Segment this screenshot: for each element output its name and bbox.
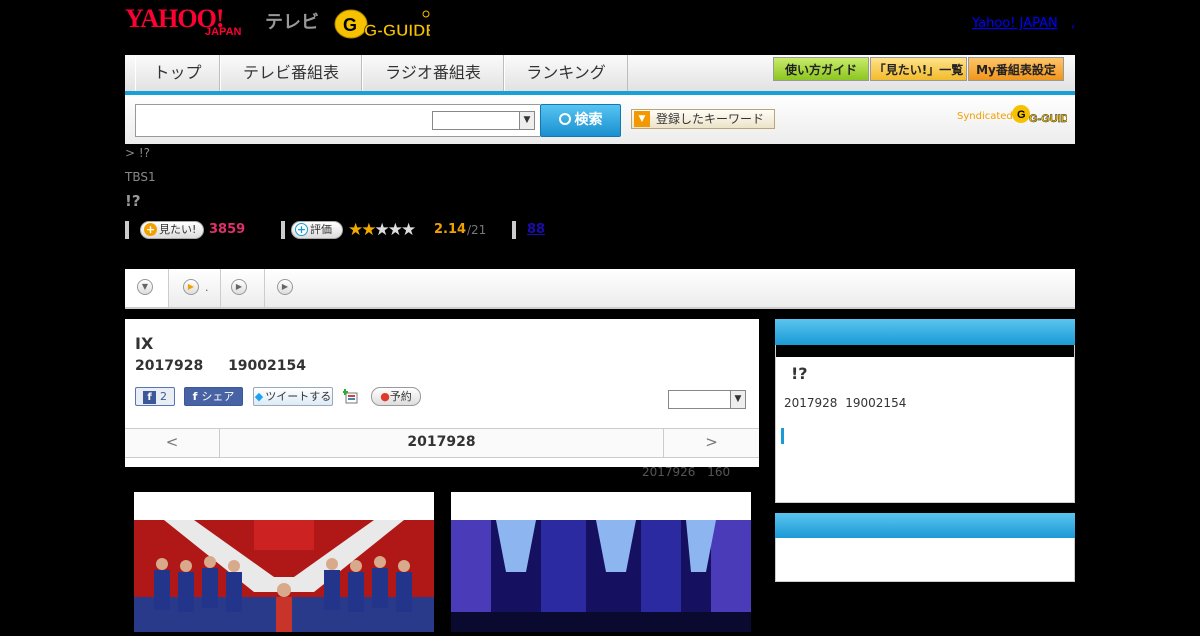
syndicated-logo-text: G-GUIDE: [1029, 113, 1067, 125]
rating-stars: ★★★★★: [348, 220, 416, 240]
chevron-down-icon: ▼: [730, 391, 745, 408]
facebook-like-count: 2: [160, 390, 167, 403]
svg-text:G: G: [1017, 109, 1026, 121]
facebook-share-button[interactable]: f シェア: [184, 387, 243, 406]
review-count-link[interactable]: 88: [527, 222, 545, 237]
star-empty-icon: ★: [387, 220, 403, 240]
play-circle-icon: ▶: [231, 279, 247, 295]
facebook-share-label: シェア: [201, 390, 235, 403]
tab-1[interactable]: ▼: [125, 269, 169, 307]
tab-2-label: .: [205, 281, 209, 294]
main-nav: トップ テレビ番組表 ラジオ番組表 ランキング 使い方ガイド 「見たい!」一覧 …: [125, 55, 1075, 95]
tab-2[interactable]: ▶ .: [169, 269, 221, 307]
registered-keywords-label: 登録したキーワード: [656, 112, 765, 126]
episode-datetime: 2017928 19002154: [135, 358, 306, 374]
yahoo-japan-logo-text: JAPAN: [205, 26, 242, 38]
twitter-bird-icon: ◆: [254, 390, 264, 403]
rate-button[interactable]: + 評価: [291, 221, 343, 239]
nav-tab-top[interactable]: トップ: [135, 55, 220, 91]
program-title: !?: [125, 192, 141, 210]
gguide-logo[interactable]: G G-GUIDE: [334, 6, 437, 40]
svg-text:G: G: [343, 15, 357, 35]
mitai-list-button[interactable]: 「見たい!」一覧: [870, 57, 967, 81]
search-button[interactable]: 検索: [540, 104, 621, 137]
mitai-count: 3859: [209, 222, 246, 237]
sidebar-accent-bar: [781, 428, 784, 444]
divider: [281, 221, 285, 239]
rating-value: 2.14: [434, 222, 467, 237]
episode-select[interactable]: ▼: [668, 390, 746, 409]
sidebar-program-title[interactable]: !?: [791, 364, 808, 383]
mitai-button[interactable]: + 見たい!: [140, 221, 204, 239]
my-schedule-settings-button[interactable]: My番組表設定: [968, 57, 1064, 81]
bookmark-add-icon[interactable]: [343, 388, 359, 404]
tab-4[interactable]: ▶: [265, 269, 301, 307]
update-note: 2017926 160: [642, 465, 731, 479]
facebook-like-button[interactable]: f2: [135, 387, 175, 406]
divider: [125, 221, 129, 239]
syndicated-label: Syndicated: [957, 111, 1013, 122]
gguide-logo-text: G-GUIDE: [364, 21, 430, 40]
plus-icon: +: [295, 223, 308, 236]
registered-keywords-button[interactable]: ▼ 登録したキーワード: [631, 109, 775, 129]
record-dot-icon: ●: [380, 390, 390, 403]
nav-tab-tv-schedule[interactable]: テレビ番組表: [220, 55, 362, 91]
header-link-separator: ,: [1071, 16, 1076, 31]
channel-name: TBS1: [125, 170, 156, 184]
nav-tab-ranking[interactable]: ランキング: [504, 55, 628, 91]
breadcrumb[interactable]: > !?: [125, 146, 150, 160]
syndicated-gguide-logo: G G-GUIDE: [1011, 103, 1076, 125]
rating-total: /21: [467, 223, 487, 237]
rate-button-label: 評価: [310, 223, 332, 236]
program-tab-strip: ▼ ▶ . ▶ ▶: [125, 269, 1075, 309]
sports-team-photo: [134, 492, 434, 632]
nav-tab-radio-schedule[interactable]: ラジオ番組表: [362, 55, 504, 91]
search-icon: [558, 113, 571, 125]
star-filled-icon: ★: [348, 220, 363, 240]
play-circle-icon: ▶: [277, 279, 293, 295]
pager-date: 2017928: [407, 434, 476, 450]
tv-logo-text: テレビ: [265, 12, 319, 33]
pager-next-button[interactable]: >: [663, 428, 759, 458]
star-empty-icon: ★: [401, 220, 416, 240]
chevron-down-icon: ▼: [519, 112, 534, 129]
tab-3[interactable]: ▶: [221, 269, 265, 307]
reserve-label: 予約: [389, 390, 412, 403]
photo-card-1[interactable]: [134, 492, 434, 632]
star-filled-icon: ★: [361, 220, 376, 240]
yahoo-japan-link[interactable]: Yahoo! JAPAN: [972, 16, 1058, 31]
sidebar-program-datetime: 2017928 19002154: [784, 396, 907, 410]
usage-guide-button[interactable]: 使い方ガイド: [773, 57, 869, 81]
tweet-button[interactable]: ◆ ツイートする: [253, 387, 333, 406]
episode-title: IX: [135, 334, 154, 353]
facebook-icon: f: [143, 390, 156, 404]
sidebar-box-1-header: [775, 319, 1075, 345]
sidebar-box-1-band: [776, 345, 1074, 357]
mitai-button-label: 見たい!: [159, 223, 197, 236]
triangle-down-icon: ▼: [634, 111, 650, 127]
photo-card-2[interactable]: [451, 492, 751, 632]
sidebar-box-2-header: [775, 513, 1075, 538]
search-button-label: 検索: [574, 112, 603, 128]
tweet-label: ツイートする: [265, 390, 332, 403]
reserve-button[interactable]: ●予約: [371, 387, 421, 406]
search-category-select[interactable]: ▼: [432, 111, 535, 130]
pager-prev-button[interactable]: <: [125, 428, 220, 458]
stage-set-photo: [451, 492, 751, 632]
star-empty-icon: ★: [374, 220, 390, 240]
play-circle-icon: ▶: [183, 279, 199, 295]
down-circle-icon: ▼: [137, 279, 153, 295]
plus-icon: +: [144, 223, 157, 236]
divider: [512, 221, 516, 239]
facebook-icon: f: [192, 390, 198, 403]
